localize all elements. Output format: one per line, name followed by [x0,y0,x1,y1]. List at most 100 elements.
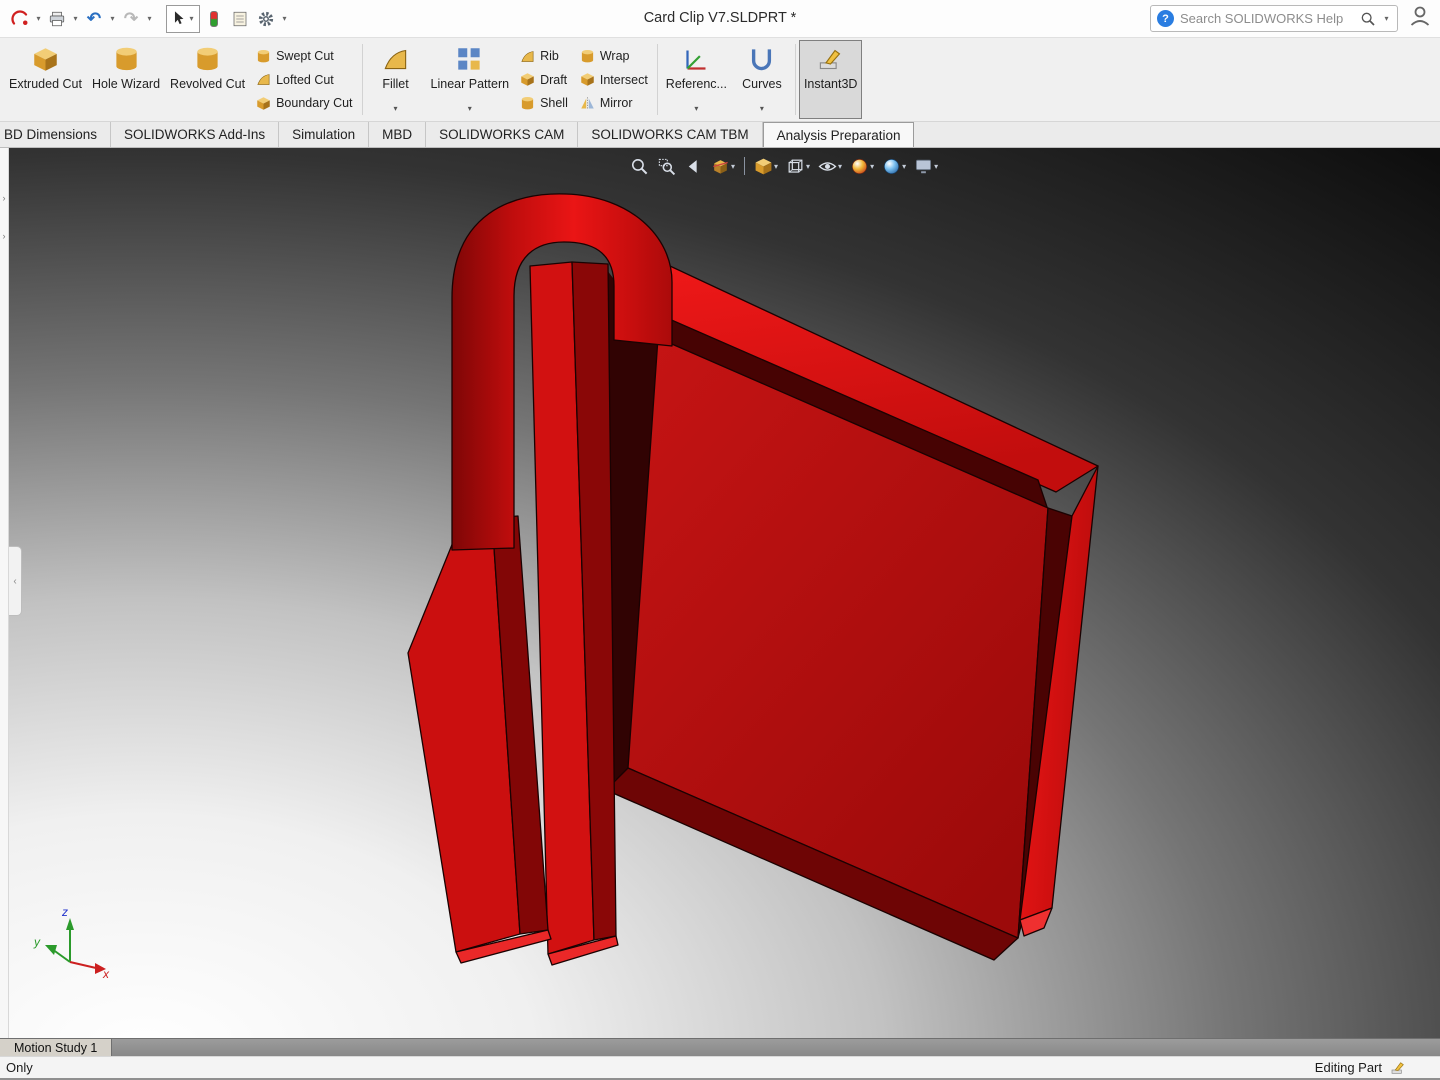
hud-separator [744,157,745,175]
traffic-light-icon[interactable] [210,11,218,27]
hide-show-caret[interactable]: ▾ [838,162,842,171]
options-caret[interactable]: ▾ [280,14,289,23]
strip-mark: › [3,193,6,203]
swept-cut-button[interactable]: Swept Cut [256,46,352,66]
intersect-button[interactable]: Intersect [580,70,648,90]
curves-button[interactable]: Curves ▾ [732,40,792,119]
zoom-to-area-icon[interactable] [655,154,678,178]
reference-geometry-caret[interactable]: ▾ [694,103,698,116]
shell-label: Shell [540,96,568,110]
editing-part-icon [1390,1060,1406,1076]
lofted-cut-button[interactable]: Lofted Cut [256,70,352,90]
wrap-label: Wrap [600,49,630,63]
fillet-icon [382,46,409,73]
triad-z-label: z [61,905,68,919]
feature-tree-collapsed-strip[interactable]: › › [0,148,9,1038]
display-style-icon[interactable]: ▾ [784,154,812,178]
print-icon[interactable] [45,7,69,31]
apply-scene-icon[interactable]: ▾ [880,154,908,178]
rib-label: Rib [540,49,559,63]
rib-button[interactable]: Rib [520,46,568,66]
wrap-icon [580,49,595,64]
mirror-button[interactable]: Mirror [580,93,648,113]
draft-label: Draft [540,73,567,87]
view-orientation-caret[interactable]: ▾ [774,162,778,171]
commandmanager-tabbar: BD Dimensions SOLIDWORKS Add-Ins Simulat… [0,122,1440,148]
status-left-text: Only [6,1060,33,1075]
help-search-input[interactable] [1180,11,1354,26]
instant3d-button[interactable]: Instant3D [799,40,863,119]
app-menu-caret[interactable]: ▾ [34,14,43,23]
search-caret[interactable]: ▾ [1382,14,1391,23]
edit-appearance-icon[interactable]: ▾ [848,154,876,178]
section-view-icon[interactable]: ▾ [709,154,737,178]
swept-cut-label: Swept Cut [276,49,334,63]
revolved-cut-icon [194,46,221,73]
reference-geometry-icon [683,46,710,73]
curves-caret[interactable]: ▾ [760,103,764,116]
zoom-to-fit-icon[interactable] [628,154,651,178]
apply-scene-caret[interactable]: ▾ [902,162,906,171]
document-title: Card Clip V7.SLDPRT * [644,10,797,26]
hole-wizard-label: Hole Wizard [92,75,160,93]
tab-mbd[interactable]: MBD [369,122,426,147]
draft-button[interactable]: Draft [520,70,568,90]
panel-expander-handle[interactable]: ‹ [9,546,22,616]
select-tool-caret[interactable]: ▾ [187,14,196,23]
fillet-button[interactable]: Fillet ▾ [366,40,426,119]
print-caret[interactable]: ▾ [71,14,80,23]
linear-pattern-caret[interactable]: ▾ [468,103,472,116]
boundary-cut-label: Boundary Cut [276,96,352,110]
tab-solidworks-addins[interactable]: SOLIDWORKS Add-Ins [111,122,279,147]
tab-mbd-dimensions[interactable]: BD Dimensions [0,122,111,147]
motion-study-bar: Motion Study 1 [0,1038,1440,1056]
revolved-cut-button[interactable]: Revolved Cut [165,40,250,119]
curves-icon [748,46,775,73]
quick-access-toolbar: ▾ ▾ ↶ ▾ ↷ ▾ ▾ ▾ [8,5,289,33]
instant3d-icon [817,46,844,73]
lofted-cut-icon [256,72,271,87]
tab-simulation[interactable]: Simulation [279,122,369,147]
titlebar: ▾ ▾ ↶ ▾ ↷ ▾ ▾ ▾ Card Clip V7.SLDPRT * ? … [0,0,1440,38]
previous-view-icon[interactable] [682,154,705,178]
view-settings-icon[interactable]: ▾ [912,154,940,178]
redo-icon[interactable]: ↷ [119,7,143,31]
graphics-viewport[interactable]: z y x › › ‹ ▾ ▾ ▾ ▾ ▾ ▾ ▾ [0,148,1440,1038]
select-tool-button[interactable]: ▾ [166,5,200,33]
draft-icon [520,72,535,87]
options-gear-icon[interactable] [254,7,278,31]
undo-icon[interactable]: ↶ [82,7,106,31]
tab-analysis-preparation[interactable]: Analysis Preparation [763,122,915,147]
solidworks-logo-icon[interactable] [8,7,32,31]
select-cursor-icon [170,10,187,27]
display-style-caret[interactable]: ▾ [806,162,810,171]
section-view-caret[interactable]: ▾ [731,162,735,171]
boundary-cut-button[interactable]: Boundary Cut [256,93,352,113]
tab-solidworks-cam[interactable]: SOLIDWORKS CAM [426,122,578,147]
user-account-icon[interactable] [1408,4,1432,33]
view-settings-caret[interactable]: ▾ [934,162,938,171]
edit-appearance-caret[interactable]: ▾ [870,162,874,171]
redo-caret[interactable]: ▾ [145,14,154,23]
reference-geometry-button[interactable]: Referenc... ▾ [661,40,732,119]
motion-study-tab[interactable]: Motion Study 1 [0,1039,112,1056]
wrap-button[interactable]: Wrap [580,46,648,66]
model-3d-view[interactable]: z y x [0,148,1440,1038]
undo-caret[interactable]: ▾ [108,14,117,23]
tab-solidworks-cam-tbm[interactable]: SOLIDWORKS CAM TBM [578,122,762,147]
hole-wizard-button[interactable]: Hole Wizard [87,40,165,119]
statusbar: Only Editing Part [0,1056,1440,1078]
intersect-label: Intersect [600,73,648,87]
linear-pattern-button[interactable]: Linear Pattern ▾ [426,40,515,119]
reference-geometry-label: Referenc... [666,75,727,93]
shell-button[interactable]: Shell [520,93,568,113]
extruded-cut-button[interactable]: Extruded Cut [4,40,87,119]
hide-show-items-icon[interactable]: ▾ [816,154,844,178]
notebook-icon[interactable] [228,7,252,31]
help-search-box[interactable]: ? ▾ [1150,5,1398,32]
mirror-label: Mirror [600,96,633,110]
search-icon[interactable] [1360,11,1376,27]
fillet-caret[interactable]: ▾ [394,103,398,116]
lofted-cut-label: Lofted Cut [276,73,334,87]
view-orientation-icon[interactable]: ▾ [752,154,780,178]
